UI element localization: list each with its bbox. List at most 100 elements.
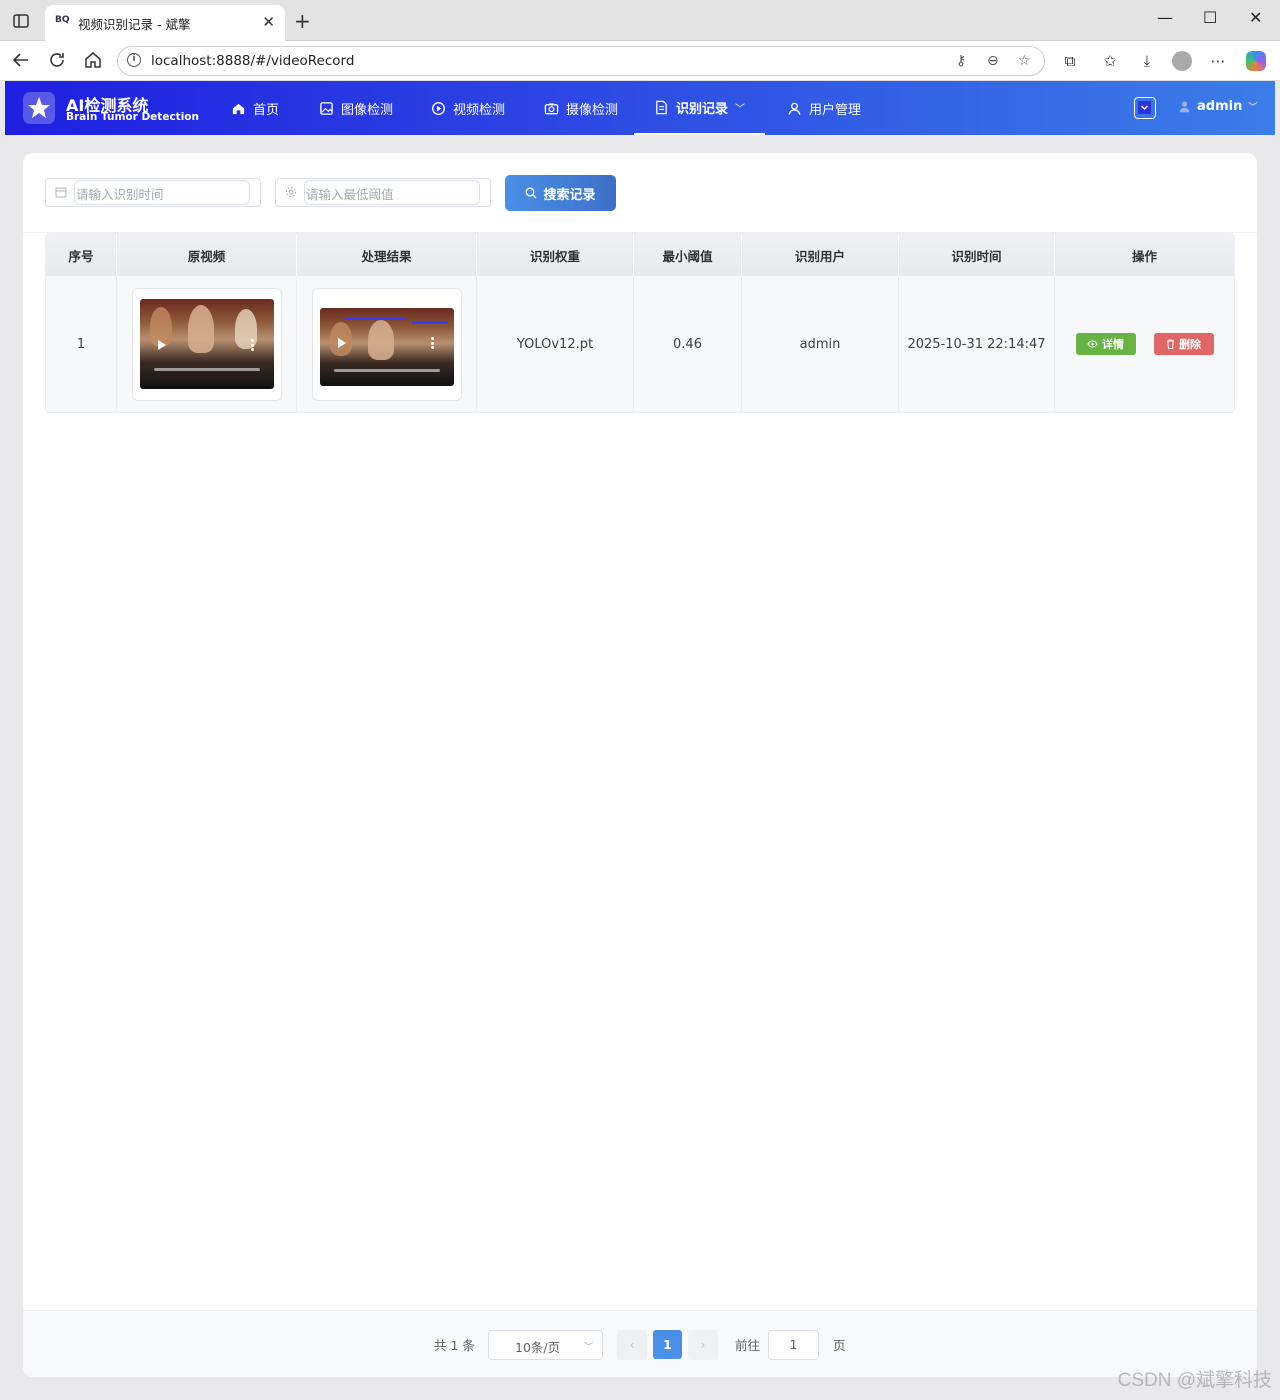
time-search-input[interactable]: 请输入识别时间 [45, 178, 261, 207]
menu-label: 摄像检测 [566, 102, 619, 118]
calendar-icon [55, 187, 67, 198]
page-size-value: 10条/页 [515, 1340, 561, 1355]
browser-address-bar: i localhost:8888/#/videoRecord ⚷ ⊖ ☆ ⧉ ✩… [0, 41, 1280, 81]
browser-tab[interactable]: BQ 视频识别记录 - 斌擎 ✕ [45, 5, 285, 41]
play-icon[interactable] [337, 338, 346, 348]
video-more-icon[interactable] [250, 339, 254, 351]
search-bar: 请输入识别时间 请输入最低阈值 搜索记录 [23, 153, 1257, 233]
url-text: localhost:8888/#/videoRecord [151, 53, 355, 69]
favorite-star-icon[interactable]: ☆ [1018, 53, 1031, 69]
document-icon [656, 100, 667, 114]
user-avatar-icon [1179, 101, 1190, 113]
menu-label: 识别记录 [675, 101, 728, 117]
search-button[interactable]: 搜索记录 [505, 175, 616, 211]
column-header: 识别权重 [477, 234, 634, 276]
user-dropdown[interactable]: admin ﹀ [1178, 99, 1257, 114]
actions-cell: 详情 删除 [1055, 276, 1234, 412]
star-logo-icon [28, 97, 50, 118]
menu-label: 视频检测 [453, 102, 506, 118]
menu-item-camera-detection[interactable]: 摄像检测 [544, 81, 618, 135]
zoom-icon[interactable]: ⊖ [987, 53, 999, 69]
camera-icon [544, 102, 559, 114]
downloads-icon[interactable]: ⤓ [1137, 51, 1157, 71]
video-progress-bar[interactable] [333, 369, 440, 372]
browser-tab-bar: BQ 视频识别记录 - 斌擎 ✕ + — ☐ ✕ [0, 0, 1280, 41]
new-tab-icon[interactable]: + [294, 9, 311, 33]
threshold-cell: 0.46 [634, 276, 742, 412]
goto-page-input[interactable]: 1 [768, 1330, 819, 1360]
maximize-icon[interactable]: ☐ [1203, 8, 1217, 27]
original-video-player[interactable] [139, 299, 274, 389]
extensions-icon[interactable]: ⧉ [1060, 51, 1080, 71]
result-video-player[interactable] [319, 308, 454, 386]
favorites-icon[interactable]: ✩ [1100, 51, 1120, 71]
play-circle-icon [432, 101, 445, 115]
search-icon [525, 187, 537, 199]
menu-item-image-detection[interactable]: 图像检测 [319, 81, 393, 135]
tab-close-icon[interactable]: ✕ [262, 13, 275, 31]
table-row: 1 YOLOv12.pt 0.46 admin 2025-10-31 22:14… [46, 276, 1234, 412]
back-icon[interactable] [10, 49, 32, 71]
delete-button-label: 删除 [1179, 338, 1201, 351]
chevron-down-icon: ﹀ [582, 1342, 592, 1353]
play-icon[interactable] [157, 340, 166, 350]
menu-item-records[interactable]: 识别记录 ﹀ [634, 81, 765, 135]
chevron-down-icon: ﹀ [735, 103, 745, 115]
original-video-cell [117, 276, 297, 412]
home-icon [232, 103, 245, 114]
app-header: AI检测系统 Brain Tumor Detection 首页 图像检测 视频检… [5, 81, 1275, 135]
tab-title: 视频识别记录 - 斌擎 [78, 17, 191, 32]
weight-cell: YOLOv12.pt [477, 276, 634, 412]
menu-item-video-detection[interactable]: 视频检测 [431, 81, 505, 135]
row-index: 1 [46, 276, 117, 412]
search-button-label: 搜索记录 [543, 187, 596, 203]
table-header: 序号 原视频 处理结果 识别权重 最小阈值 识别用户 识别时间 操作 [46, 234, 1234, 276]
video-more-icon[interactable] [430, 337, 434, 349]
key-icon[interactable]: ⚷ [956, 53, 966, 69]
tab-actions-icon[interactable] [12, 12, 30, 30]
pagination: 共 1 条 10条/页 ﹀ ‹ 1 › 前往 1 页 [23, 1310, 1257, 1377]
more-menu-icon[interactable]: ⋯ [1208, 51, 1228, 71]
menu-label: 用户管理 [809, 102, 862, 118]
setting-icon [286, 187, 296, 197]
home-browser-icon[interactable] [82, 49, 104, 71]
user-icon [788, 102, 801, 115]
threshold-placeholder: 请输入最低阈值 [306, 187, 394, 202]
eye-icon [1087, 340, 1098, 348]
site-info-icon[interactable]: i [127, 53, 141, 67]
content-card: 请输入识别时间 请输入最低阈值 搜索记录 序号 原视频 处理结果 识别权重 最小… [23, 153, 1257, 1377]
column-header: 识别时间 [899, 234, 1055, 276]
url-field[interactable]: i localhost:8888/#/videoRecord ⚷ ⊖ ☆ [117, 46, 1045, 76]
user-cell: admin [742, 276, 899, 412]
menu-item-user-management[interactable]: 用户管理 [787, 81, 861, 135]
threshold-search-input[interactable]: 请输入最低阈值 [275, 178, 491, 207]
detail-button[interactable]: 详情 [1075, 333, 1136, 355]
prev-page-icon[interactable]: ‹ [617, 1330, 647, 1360]
reload-icon[interactable] [46, 49, 68, 71]
page-size-select[interactable]: 10条/页 ﹀ [488, 1330, 603, 1360]
next-page-icon[interactable]: › [688, 1330, 718, 1360]
copilot-icon[interactable] [1246, 51, 1266, 71]
goto-label: 前往 [735, 1338, 761, 1353]
original-video-frame [131, 287, 282, 401]
current-page-button[interactable]: 1 [653, 1330, 682, 1359]
minimize-icon[interactable]: — [1157, 8, 1173, 27]
tab-favicon-icon: BQ [55, 15, 70, 25]
logo [23, 92, 55, 124]
time-placeholder: 请输入识别时间 [76, 187, 164, 202]
video-progress-bar[interactable] [153, 368, 260, 371]
time-cell: 2025-10-31 22:14:47 [899, 276, 1055, 412]
app-subtitle: Brain Tumor Detection [66, 111, 199, 123]
records-table: 序号 原视频 处理结果 识别权重 最小阈值 识别用户 识别时间 操作 1 YOL… [45, 233, 1235, 413]
watermark: CSDN @斌擎科技 [1117, 1370, 1272, 1391]
result-video-frame [311, 287, 462, 401]
menu-item-home[interactable]: 首页 [231, 81, 279, 135]
screen-toggle-icon[interactable] [1134, 97, 1156, 119]
delete-button[interactable]: 删除 [1153, 333, 1214, 355]
column-header: 序号 [46, 234, 117, 276]
window-close-icon[interactable]: ✕ [1249, 8, 1262, 27]
trash-icon [1167, 339, 1174, 349]
menu-label: 首页 [253, 102, 280, 118]
menu-label: 图像检测 [341, 102, 394, 118]
profile-avatar-icon[interactable] [1172, 51, 1192, 71]
